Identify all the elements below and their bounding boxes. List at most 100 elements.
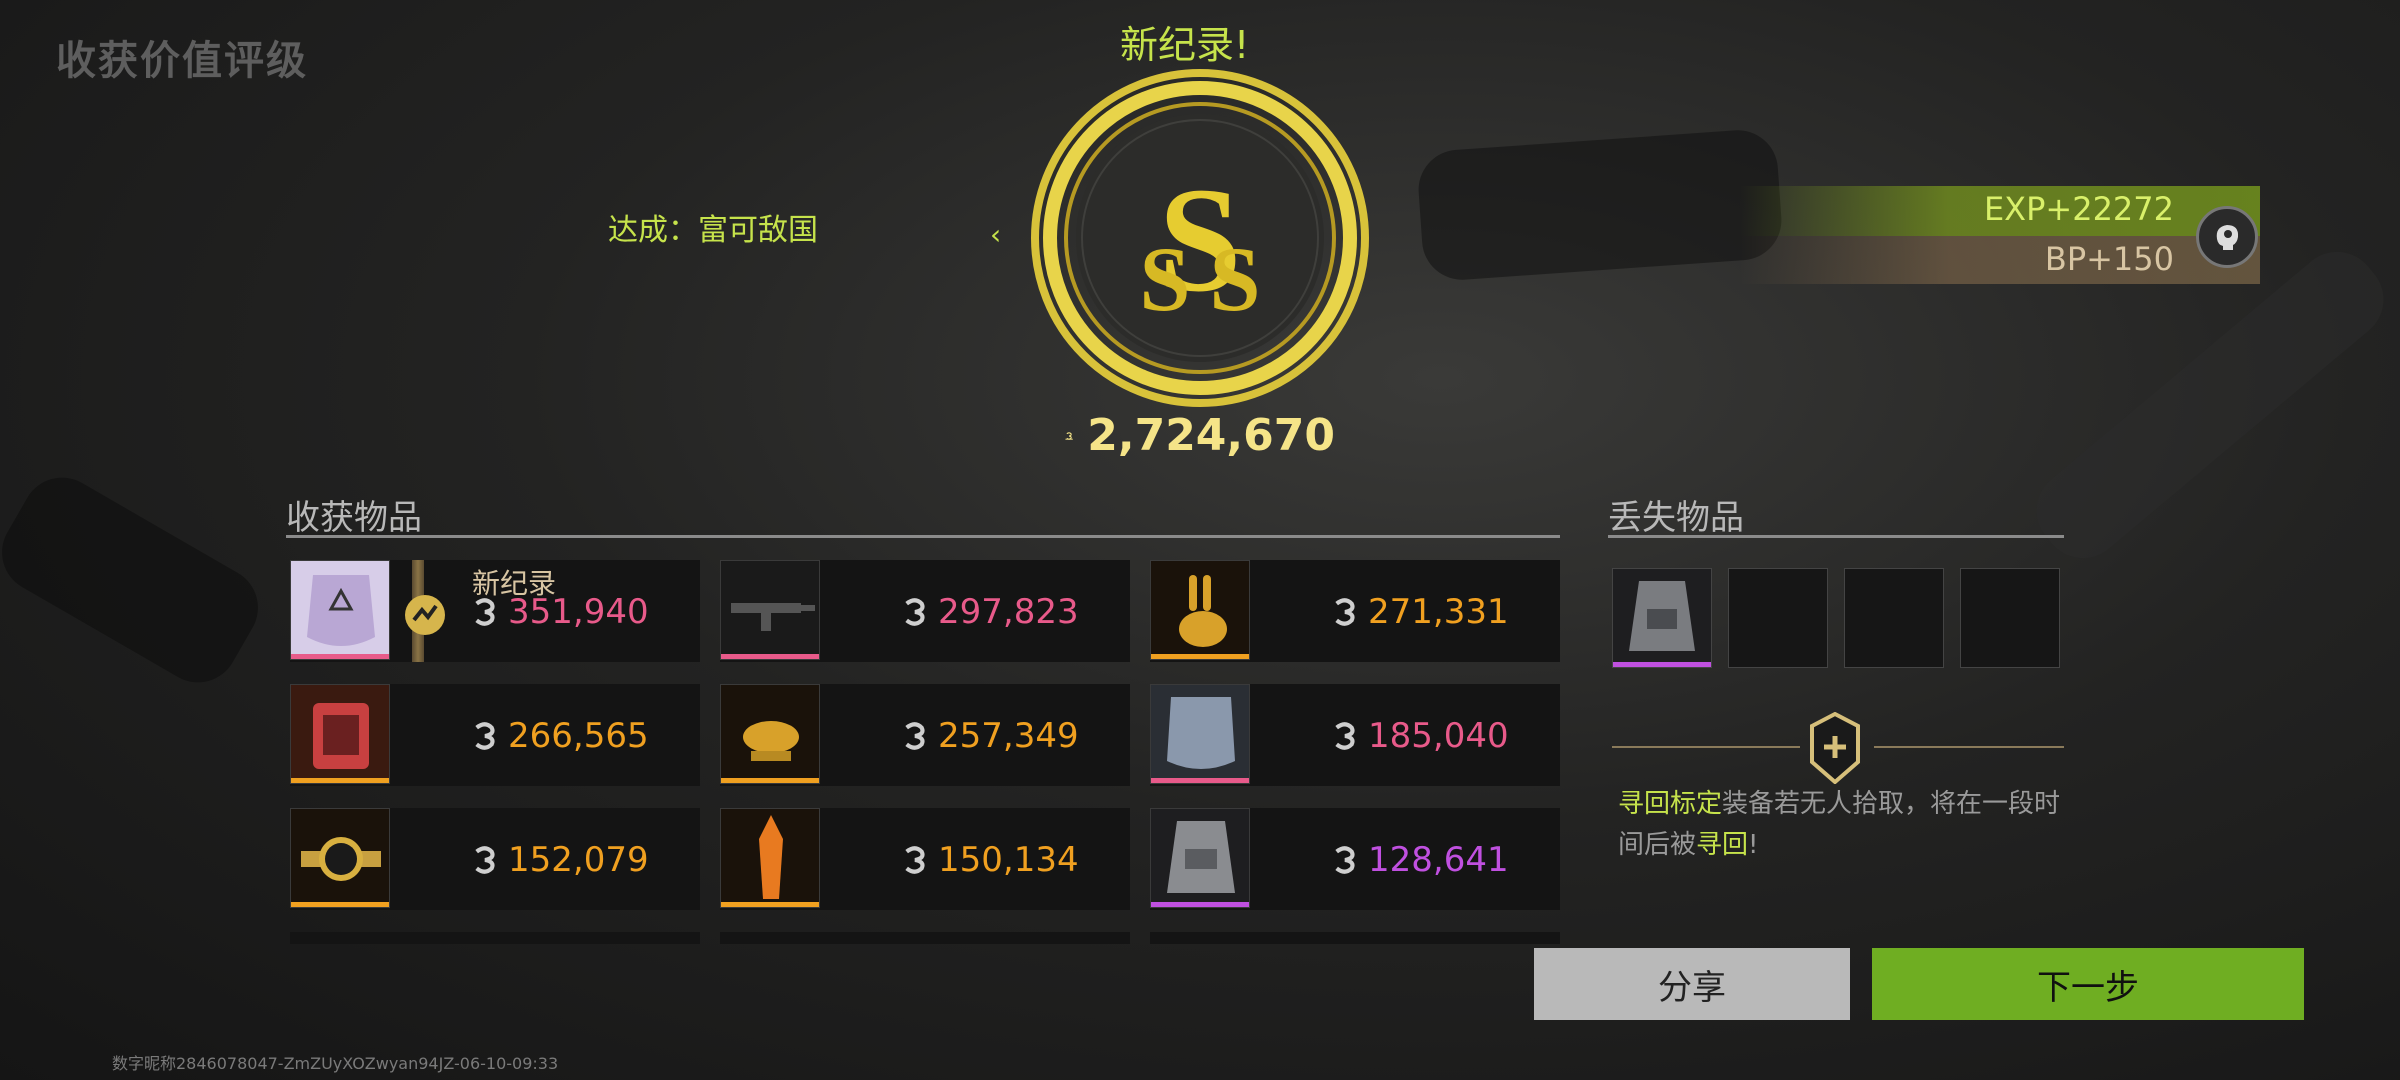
vest-icon xyxy=(1629,581,1695,651)
coin-icon xyxy=(1065,431,1073,440)
rarity-bar xyxy=(291,902,389,907)
svg-text:S: S xyxy=(1209,228,1260,330)
item-cell[interactable] xyxy=(1150,932,1560,944)
lost-title: 丢失物品 xyxy=(1608,498,1744,538)
lost-item-slot xyxy=(1728,568,1828,668)
background-shape xyxy=(2020,235,2400,575)
item-cell[interactable]: 266,565 xyxy=(290,684,700,786)
item-price: 271,331 xyxy=(1330,592,1509,632)
rarity-bar xyxy=(1151,654,1249,659)
section-divider xyxy=(286,535,1560,538)
svg-text:S: S xyxy=(1139,228,1190,330)
item-price-text: 266,565 xyxy=(508,716,649,756)
item-cell[interactable]: 257,349 xyxy=(720,684,1130,786)
chevron-left-icon: ‹ xyxy=(990,218,1002,251)
retrieve-text: ! xyxy=(1748,830,1759,860)
coin-icon xyxy=(475,598,495,626)
item-price-text: 351,940 xyxy=(508,592,649,632)
exp-reward-bar: EXP+22272 xyxy=(1740,186,2260,236)
retrieve-highlight: 寻回 xyxy=(1696,830,1749,860)
golden-rabbit-icon xyxy=(1179,575,1227,647)
item-price-text: 257,349 xyxy=(938,716,1079,756)
rarity-bar xyxy=(721,902,819,907)
item-price: 185,040 xyxy=(1330,716,1509,756)
lost-item-slot xyxy=(1844,568,1944,668)
exp-reward: EXP+22272 xyxy=(1983,190,2174,228)
armor-plate-icon xyxy=(307,575,375,646)
section-divider xyxy=(1608,535,2064,538)
fuel-canister-icon xyxy=(313,703,369,769)
brain-head-icon[interactable] xyxy=(2196,206,2258,268)
rarity-bar xyxy=(1613,662,1711,667)
item-cell[interactable] xyxy=(290,932,700,944)
item-price-text: 297,823 xyxy=(938,592,1079,632)
item-thumb xyxy=(720,808,820,908)
bp-reward-bar: BP+150 xyxy=(1740,236,2260,284)
page-title: 收获价值评级 xyxy=(56,38,308,84)
item-cell[interactable]: 152,079 xyxy=(290,808,700,910)
coin-icon xyxy=(905,846,925,874)
item-thumb xyxy=(720,560,820,660)
item-cell[interactable]: 128,641 xyxy=(1150,808,1560,910)
total-value: 2,724,670 xyxy=(1065,410,1335,461)
item-price-text: 271,331 xyxy=(1368,592,1509,632)
item-thumb xyxy=(720,684,820,784)
item-cell[interactable]: 185,040 xyxy=(1150,684,1560,786)
background-shape xyxy=(0,463,273,697)
item-price-text: 152,079 xyxy=(508,840,649,880)
retrieve-highlight: 寻回标定 xyxy=(1618,789,1723,819)
item-price-text: 128,641 xyxy=(1368,840,1509,880)
coin-icon xyxy=(1335,722,1355,750)
rarity-bar xyxy=(1151,902,1249,907)
new-record-banner: 新纪录! xyxy=(1120,23,1250,67)
coin-icon xyxy=(905,722,925,750)
lost-item-slot[interactable] xyxy=(1612,568,1712,668)
retrieve-shield-icon xyxy=(1810,712,1860,784)
golden-rat-icon xyxy=(743,721,799,761)
item-thumb xyxy=(1150,808,1250,908)
rarity-bar xyxy=(721,778,819,783)
rarity-bar xyxy=(1151,778,1249,783)
item-price: 266,565 xyxy=(470,716,649,756)
coin-icon xyxy=(1335,598,1355,626)
item-thumb xyxy=(290,684,390,784)
rifle-icon xyxy=(731,603,815,631)
item-price-text: 185,040 xyxy=(1368,716,1509,756)
item-thumb xyxy=(1150,560,1250,660)
divider-line xyxy=(1874,746,2064,748)
item-thumb xyxy=(290,808,390,908)
crystal-icon xyxy=(759,815,783,899)
rarity-bar xyxy=(721,654,819,659)
bp-reward: BP+150 xyxy=(2044,240,2174,278)
item-price: 152,079 xyxy=(470,840,649,880)
coin-icon xyxy=(1335,846,1355,874)
coin-icon xyxy=(475,846,495,874)
rarity-bar xyxy=(291,654,389,659)
item-cell[interactable]: 271,331 xyxy=(1150,560,1560,662)
collected-title: 收获物品 xyxy=(286,498,422,538)
item-cell[interactable] xyxy=(720,932,1130,944)
coin-icon xyxy=(475,722,495,750)
coin-icon xyxy=(905,598,925,626)
armor-plate-icon xyxy=(1167,697,1235,769)
total-value-text: 2,724,670 xyxy=(1087,410,1335,461)
player-id-footer: 数字昵称2846078047-ZmZUyXOZwyan94JZ-06-10-09… xyxy=(112,1054,559,1073)
achievement-label: 达成：富可敌国 xyxy=(608,213,818,248)
background-shape xyxy=(1415,127,1785,283)
rating-medal: S S S xyxy=(1031,69,1369,407)
next-step-button[interactable]: 下一步 xyxy=(1872,948,2304,1020)
item-price: 257,349 xyxy=(900,716,1079,756)
item-cell[interactable]: 297,823 xyxy=(720,560,1130,662)
item-thumb xyxy=(1150,684,1250,784)
divider-line xyxy=(1612,746,1800,748)
item-cell[interactable]: 150,134 xyxy=(720,808,1130,910)
lost-item-slot xyxy=(1960,568,2060,668)
item-price-text: 150,134 xyxy=(938,840,1079,880)
retrieve-note: 寻回标定装备若无人拾取，将在一段时间后被寻回! xyxy=(1618,784,2078,866)
item-price: 150,134 xyxy=(900,840,1079,880)
share-button[interactable]: 分享 xyxy=(1534,948,1850,1020)
item-thumb xyxy=(290,560,390,660)
gold-watch-icon xyxy=(301,837,381,881)
item-price: 351,940 xyxy=(470,592,649,632)
item-cell[interactable]: 新纪录 351,940 xyxy=(290,560,700,662)
